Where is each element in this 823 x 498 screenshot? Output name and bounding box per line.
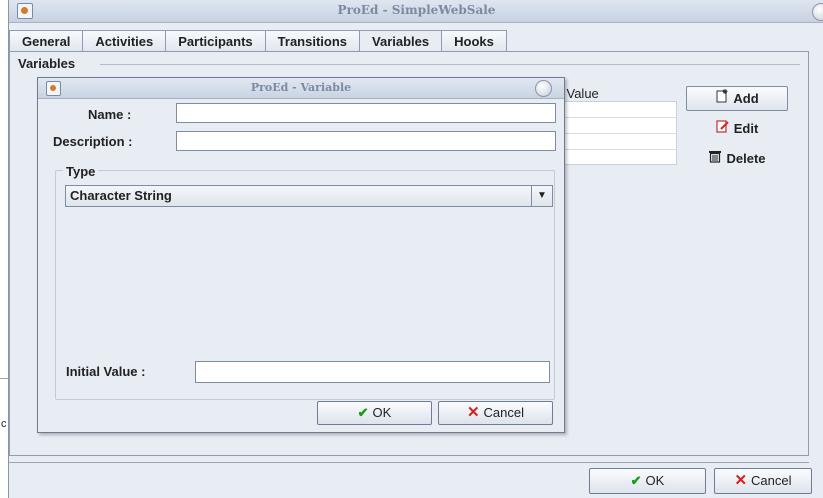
window-close-icon[interactable]	[812, 3, 823, 21]
type-select-value: Character String	[70, 188, 172, 203]
tab-general[interactable]: General	[9, 30, 84, 51]
checkmark-icon: ✔	[630, 473, 642, 488]
add-document-icon	[715, 87, 729, 110]
main-cancel-label: Cancel	[751, 473, 792, 488]
table-row[interactable]	[554, 102, 676, 118]
trash-icon	[708, 147, 722, 170]
add-button[interactable]: Add	[686, 86, 788, 111]
tab-hooks[interactable]: Hooks	[442, 30, 507, 51]
dialog-ok-label: OK	[372, 405, 392, 420]
tab-participants[interactable]: Participants	[166, 30, 266, 51]
dialog-title: ProEd - Variable	[250, 81, 352, 94]
tab-activities[interactable]: Activities	[83, 30, 167, 51]
tab-bar: General Activities Participants Transiti…	[9, 30, 507, 52]
left-edge-fragment: c	[1, 418, 7, 430]
edit-button-label: Edit	[733, 121, 759, 136]
description-label: Description :	[53, 134, 133, 149]
chevron-down-icon[interactable]: ▼	[531, 186, 552, 206]
table-column-header-initial-value: l Value	[560, 86, 599, 101]
delete-button[interactable]: Delete	[686, 146, 788, 171]
edit-button[interactable]: Edit	[686, 116, 788, 141]
dialog-ok-button[interactable]: ✔ OK	[317, 401, 432, 425]
delete-button-label: Delete	[726, 151, 766, 166]
add-button-label: Add	[733, 91, 759, 106]
tab-transitions[interactable]: Transitions	[265, 30, 361, 51]
description-input[interactable]	[176, 131, 556, 151]
table-row[interactable]	[554, 134, 676, 150]
main-ok-button[interactable]: ✔ OK	[589, 468, 706, 494]
group-separator	[100, 64, 800, 65]
variable-dialog: ProEd - Variable Name : Description : Ty…	[37, 77, 565, 433]
dialog-close-icon[interactable]	[535, 80, 552, 97]
type-select[interactable]: Character String ▼	[65, 185, 553, 207]
dialog-cancel-label: Cancel	[483, 405, 525, 420]
left-edge-divider	[0, 378, 8, 379]
dialog-cancel-button[interactable]: ✕ Cancel	[438, 401, 553, 425]
type-group-label: Type	[63, 164, 99, 179]
name-label: Name :	[88, 107, 132, 122]
variables-table[interactable]	[553, 101, 677, 165]
main-cancel-button[interactable]: ✕ Cancel	[714, 468, 812, 494]
x-icon: ✕	[734, 472, 748, 489]
initial-value-label: Initial Value :	[66, 364, 146, 379]
name-input[interactable]	[176, 103, 556, 123]
window-title: ProEd - SimpleWebSale	[337, 3, 496, 17]
main-ok-label: OK	[645, 473, 665, 488]
table-row[interactable]	[554, 118, 676, 134]
edit-pencil-icon	[716, 117, 730, 140]
checkmark-icon: ✔	[357, 405, 369, 420]
window-titlebar[interactable]: ProEd - SimpleWebSale	[9, 0, 823, 23]
x-icon: ✕	[466, 404, 480, 421]
footer-separator	[9, 462, 809, 463]
variables-group-label: Variables	[18, 56, 79, 71]
tab-variables[interactable]: Variables	[360, 30, 443, 52]
dialog-titlebar[interactable]: ProEd - Variable	[38, 78, 564, 99]
initial-value-input[interactable]	[195, 361, 550, 383]
